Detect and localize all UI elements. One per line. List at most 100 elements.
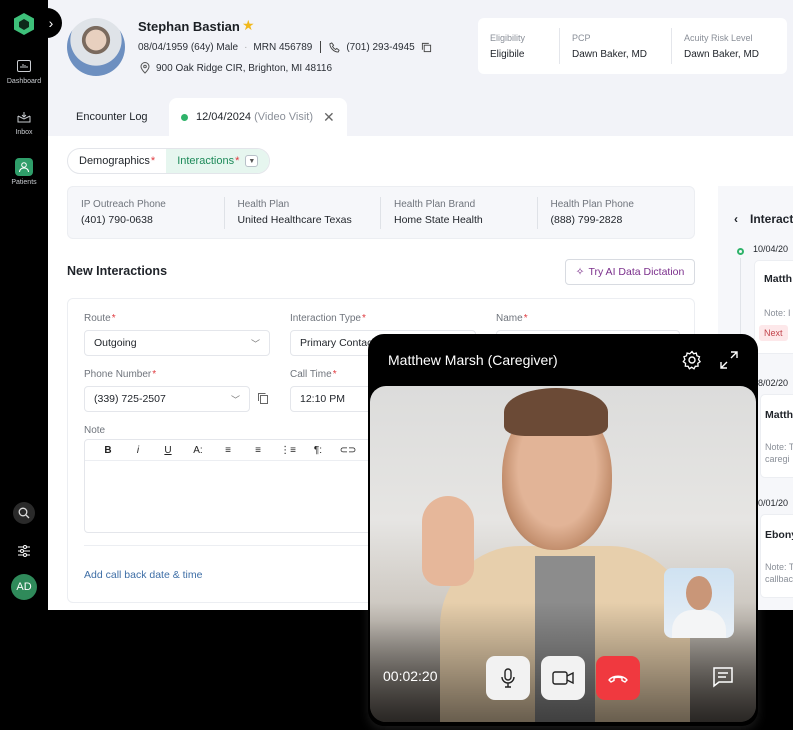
- search-button[interactable]: [13, 502, 35, 524]
- patient-summary-card: Eligibility Eligibile PCP Dawn Baker, MD…: [478, 18, 787, 74]
- video-call-header: Matthew Marsh (Caregiver): [368, 334, 758, 386]
- patient-dob: 08/04/1959 (64y) Male: [138, 41, 239, 53]
- sparkle-icon: ✧: [575, 266, 585, 278]
- collapse-panel-icon[interactable]: ‹: [734, 212, 738, 226]
- chat-icon[interactable]: [712, 666, 734, 688]
- hang-up-icon: [608, 675, 628, 683]
- entry-name: Matth: [765, 409, 793, 421]
- route-select[interactable]: Outgoing ﹀: [84, 330, 270, 356]
- plan-value: Home State Health: [394, 214, 483, 226]
- mute-button[interactable]: [486, 656, 530, 700]
- encounter-tabs: Encounter Log 12/04/2024 (Video Visit) ✕: [48, 98, 793, 136]
- tab-video-visit[interactable]: 12/04/2024 (Video Visit) ✕: [169, 98, 347, 136]
- microphone-icon: [501, 668, 515, 688]
- camera-button[interactable]: [541, 656, 585, 700]
- phone-icon: [329, 41, 341, 53]
- tab-encounter-log[interactable]: Encounter Log: [76, 98, 148, 136]
- timeline-dot: [737, 248, 744, 255]
- summary-pcp: PCP Dawn Baker, MD: [560, 28, 672, 64]
- link-icon[interactable]: ⊂⊃: [333, 445, 363, 456]
- plan-value: United Healthcare Texas: [237, 214, 352, 226]
- numbered-list-icon[interactable]: ⋮≡: [273, 445, 303, 456]
- copy-phone-icon[interactable]: [257, 392, 269, 405]
- phone-number-label: Phone Number*: [84, 369, 157, 380]
- status-dot: [181, 113, 188, 121]
- sidebar-item-inbox[interactable]: Inbox: [0, 108, 48, 136]
- bold-icon[interactable]: B: [93, 445, 123, 456]
- interaction-entry[interactable]: Ebony Note: Tcallbac: [760, 514, 793, 598]
- end-call-button[interactable]: [596, 656, 640, 700]
- settings-sliders-icon[interactable]: [17, 544, 31, 558]
- interaction-entry[interactable]: Matth Note: Tcaregi: [760, 394, 793, 478]
- video-person-hair: [504, 388, 608, 436]
- interaction-entry[interactable]: Matth Note: I Next: [754, 260, 793, 354]
- patient-address-row: 900 Oak Ridge CIR, Brighton, MI 48116: [140, 62, 332, 74]
- underline-icon[interactable]: U: [153, 445, 183, 456]
- chevron-right-icon: ›: [48, 15, 54, 31]
- tab-type: (Video Visit): [254, 111, 314, 123]
- plan-label: IP Outreach Phone: [81, 199, 166, 210]
- panel-title: Interactions: [750, 212, 793, 226]
- call-time-value: 12:10 PM: [300, 393, 345, 405]
- patient-meta: 08/04/1959 (64y) Male · MRN 456789 (701)…: [138, 41, 432, 53]
- summary-label: Acuity Risk Level: [684, 32, 753, 43]
- self-view-thumbnail[interactable]: [664, 568, 734, 638]
- entry-note: Note: Tcallbac: [765, 562, 793, 584]
- font-size-icon[interactable]: A:: [183, 445, 213, 456]
- caller-name: Matthew Marsh (Caregiver): [388, 352, 558, 368]
- entry-date: 8/02/20: [758, 378, 789, 388]
- patient-avatar: [67, 18, 125, 76]
- sidebar-item-patients[interactable]: Patients: [0, 158, 48, 186]
- sidebar-item-dashboard[interactable]: Dashboard: [0, 57, 48, 85]
- sidebar-item-label: Inbox: [15, 129, 33, 136]
- paragraph-icon[interactable]: ¶:: [303, 445, 333, 456]
- caret-down-icon[interactable]: ▼: [245, 155, 259, 167]
- route-value: Outgoing: [94, 337, 137, 349]
- separator-bar: [320, 41, 322, 53]
- plan-value: (888) 799-2828: [550, 214, 623, 226]
- section-switcher: Demographics * Interactions * ▼: [67, 148, 271, 174]
- entry-date: 0/01/20: [758, 498, 789, 508]
- segment-label: Demographics: [79, 155, 150, 167]
- user-avatar[interactable]: AD: [11, 574, 37, 600]
- align-center-icon[interactable]: ≡: [243, 445, 273, 456]
- video-call-window[interactable]: Matthew Marsh (Caregiver) 00:02:20: [368, 334, 758, 726]
- patient-header: Stephan Bastian ★ 08/04/1959 (64y) Male …: [48, 0, 793, 98]
- settings-gear-icon[interactable]: [682, 350, 702, 370]
- editor-toolbar: B i U A: ≡ ≡ ⋮≡ ¶: ⊂⊃: [85, 440, 383, 461]
- search-icon: [18, 507, 30, 519]
- italic-icon[interactable]: i: [123, 445, 153, 456]
- call-time-label: Call Time*: [290, 369, 337, 380]
- patient-mrn: MRN 456789: [253, 41, 313, 53]
- phone-number-select[interactable]: (339) 725-2507 ﹀: [84, 386, 250, 412]
- tab-date: 12/04/2024: [196, 111, 252, 123]
- ai-button-label: Try AI Data Dictation: [588, 266, 685, 278]
- summary-acuity: Acuity Risk Level Dawn Baker, MD: [672, 28, 787, 64]
- note-editor[interactable]: B i U A: ≡ ≡ ⋮≡ ¶: ⊂⊃: [84, 439, 384, 533]
- health-plan-card: IP Outreach Phone (401) 790-0638 Health …: [67, 186, 695, 239]
- pip-face: [686, 576, 712, 610]
- app-logo-icon[interactable]: [12, 12, 36, 36]
- segment-demographics[interactable]: Demographics *: [68, 149, 166, 173]
- ai-dictation-button[interactable]: ✧ Try AI Data Dictation: [565, 259, 695, 285]
- call-timer: 00:02:20: [383, 668, 438, 684]
- required-mark: *: [150, 155, 156, 167]
- dashboard-icon: [15, 57, 33, 75]
- align-left-icon[interactable]: ≡: [213, 445, 243, 456]
- expand-icon[interactable]: [720, 351, 738, 369]
- copy-icon[interactable]: [421, 42, 432, 53]
- plan-brand: Health Plan Brand Home State Health: [381, 196, 538, 229]
- name-label: Name*: [496, 313, 528, 324]
- close-tab-icon[interactable]: ✕: [323, 109, 335, 126]
- divider: [84, 545, 384, 546]
- sidebar: › Dashboard Inbox Patients AD: [0, 0, 62, 730]
- plan-value: (401) 790-0638: [81, 214, 153, 226]
- plan-phone: Health Plan Phone (888) 799-2828: [538, 197, 694, 229]
- plan-label: Health Plan Phone: [550, 199, 634, 210]
- add-callback-link[interactable]: Add call back date & time: [84, 569, 202, 581]
- summary-label: PCP: [572, 32, 591, 43]
- segment-label: Interactions: [177, 155, 235, 167]
- favorite-star-icon[interactable]: ★: [242, 17, 255, 34]
- segment-interactions[interactable]: Interactions * ▼: [166, 149, 270, 173]
- entry-name: Ebony: [765, 529, 793, 541]
